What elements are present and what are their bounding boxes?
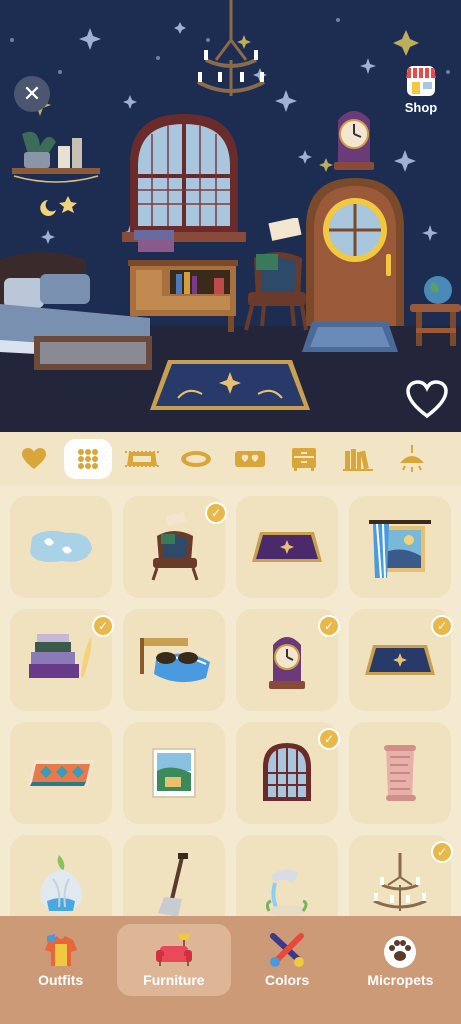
arched-window[interactable] xyxy=(122,114,246,244)
owned-check-icon: ✓ xyxy=(92,615,114,637)
tab-oval-rugs[interactable] xyxy=(172,439,220,479)
tab-patterned-rugs[interactable] xyxy=(226,439,274,479)
books-icon xyxy=(343,449,373,471)
furniture-grid: ✓ ✓ ✓ ✓ ✓ ✓ xyxy=(0,486,461,916)
nav-furniture-label: Furniture xyxy=(143,972,205,988)
dresser-icon xyxy=(292,448,316,471)
cat-bed-image xyxy=(140,638,210,683)
poster-image xyxy=(152,748,196,798)
grid-icon xyxy=(78,449,98,469)
oval-rug-icon xyxy=(181,451,211,467)
tab-rugs[interactable] xyxy=(118,439,166,479)
rug-icon xyxy=(125,451,159,467)
bottom-nav: Outfits Furniture Colors Micropets xyxy=(0,916,461,1024)
globe-table[interactable] xyxy=(408,274,461,348)
room-scene: ✕ Shop xyxy=(0,0,461,432)
shop-button[interactable]: Shop xyxy=(398,64,444,124)
owned-check-icon: ✓ xyxy=(205,502,227,524)
item-chandelier[interactable]: ✓ xyxy=(349,835,453,916)
navy-rug[interactable] xyxy=(148,358,312,412)
tab-all[interactable] xyxy=(64,439,112,479)
item-arched-window[interactable]: ✓ xyxy=(236,722,340,824)
nav-colors-label: Colors xyxy=(264,972,310,988)
ceiling-lamp-icon xyxy=(400,445,424,472)
item-book-stack[interactable]: ✓ xyxy=(10,609,114,711)
item-navy-rug[interactable]: ✓ xyxy=(349,609,453,711)
item-onion-lamp[interactable] xyxy=(10,835,112,916)
owned-check-icon: ✓ xyxy=(318,728,340,750)
tab-dressers[interactable] xyxy=(280,439,328,479)
item-patterned-rug[interactable] xyxy=(10,722,112,824)
tab-books[interactable] xyxy=(334,439,382,479)
window-curtain-image xyxy=(369,520,431,579)
outfits-icon xyxy=(44,934,77,966)
purple-clock-image xyxy=(269,637,305,689)
patterned-rug-image xyxy=(28,760,94,786)
heart-rug-icon xyxy=(235,451,265,467)
item-framed-poster[interactable] xyxy=(123,722,225,824)
item-shovel[interactable] xyxy=(123,835,225,916)
chandelier-decoration[interactable] xyxy=(196,0,266,112)
owned-check-icon: ✓ xyxy=(431,615,453,637)
nav-outfits-label: Outfits xyxy=(38,972,84,988)
paw-print-icon xyxy=(384,936,417,968)
item-cat-bed[interactable] xyxy=(123,609,225,711)
shovel-image xyxy=(158,853,188,916)
bed[interactable] xyxy=(0,244,160,384)
tab-lighting[interactable] xyxy=(388,439,436,479)
tab-favorites[interactable] xyxy=(10,439,58,479)
sofa-icon xyxy=(155,934,192,966)
navy-rug-image xyxy=(365,645,435,675)
door-mat[interactable] xyxy=(300,320,400,354)
category-tabs xyxy=(0,432,461,486)
book-stack-image xyxy=(29,634,92,678)
heart-outline-icon xyxy=(406,380,448,419)
nav-micropets-label: Micropets xyxy=(367,972,434,988)
item-window-with-curtain[interactable] xyxy=(349,496,451,598)
item-water-fountain[interactable] xyxy=(236,835,338,916)
nav-micropets[interactable]: Micropets xyxy=(344,924,457,996)
shop-icon xyxy=(406,66,436,96)
close-button[interactable]: ✕ xyxy=(14,76,50,112)
nav-furniture[interactable]: Furniture xyxy=(117,924,231,996)
reading-chair-image xyxy=(151,512,199,581)
round-door[interactable] xyxy=(306,178,404,326)
purple-clock[interactable] xyxy=(330,100,378,174)
reading-chair[interactable] xyxy=(240,218,310,336)
wall-shelf-decoration[interactable] xyxy=(8,126,104,230)
item-reading-chair[interactable]: ✓ xyxy=(123,496,227,598)
scroll-image xyxy=(384,745,416,801)
purple-rug-image xyxy=(252,532,322,562)
chandelier-image xyxy=(373,853,427,911)
onion-lamp-image xyxy=(40,855,82,913)
item-blue-rug[interactable] xyxy=(10,496,112,598)
close-icon: ✕ xyxy=(22,81,42,107)
item-purple-clock[interactable]: ✓ xyxy=(236,609,340,711)
water-fountain-image xyxy=(265,869,308,916)
nav-outfits[interactable]: Outfits xyxy=(4,924,117,996)
item-purple-rug[interactable] xyxy=(236,496,338,598)
favorite-button[interactable] xyxy=(406,380,448,420)
paint-brush-icon xyxy=(270,933,305,967)
item-scroll[interactable] xyxy=(349,722,451,824)
arched-window-image xyxy=(263,743,311,801)
nav-colors[interactable]: Colors xyxy=(231,924,344,996)
shop-label: Shop xyxy=(404,100,438,115)
heart-icon xyxy=(22,448,46,469)
owned-check-icon: ✓ xyxy=(431,841,453,863)
blue-rug-image xyxy=(30,530,92,562)
owned-check-icon: ✓ xyxy=(318,615,340,637)
